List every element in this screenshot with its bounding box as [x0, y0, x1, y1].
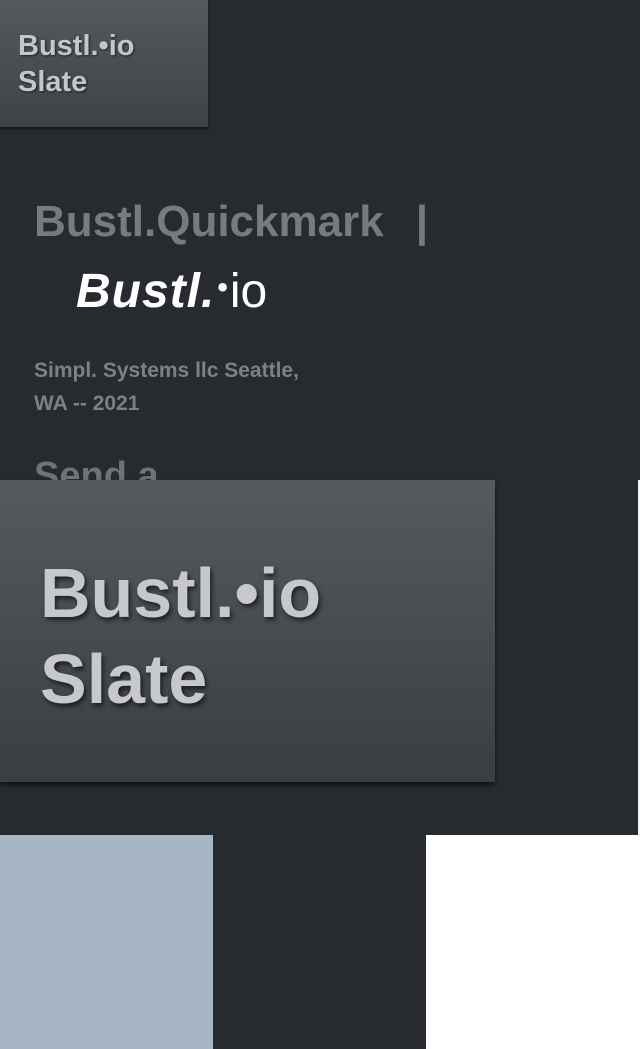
logo-tile[interactable]: Bustl.•io Slate	[0, 0, 208, 127]
page: Bustl.•io Slate Bustl.Quickmark | Bustl.•…	[0, 0, 640, 1049]
page-title: Bustl.Quickmark |	[34, 196, 428, 248]
logo-card-text: Bustl.•io Slate	[40, 550, 321, 722]
logo-tile-text: Bustl.•io Slate	[18, 28, 134, 100]
send-heading-clip: Send a	[34, 452, 334, 480]
logo-tile-line2: Slate	[18, 66, 88, 98]
logo-card-large[interactable]: Bustl.•io Slate	[0, 480, 495, 782]
company-line1: Simpl. Systems llc Seattle,	[34, 359, 299, 382]
brand-logo-dot: •	[217, 271, 228, 304]
company-info: Simpl. Systems llc Seattle, WA -- 2021	[34, 354, 354, 420]
product-name: Bustl.Quickmark	[34, 197, 384, 246]
send-heading: Send a	[34, 455, 159, 480]
title-separator: |	[415, 197, 428, 246]
brand-logo-suffix: io	[229, 265, 268, 318]
color-swatch-white	[426, 835, 640, 1049]
logo-card-line1: Bustl.•io	[40, 554, 322, 632]
brand-logo: Bustl.•io	[76, 264, 267, 319]
logo-card-line2: Slate	[40, 640, 208, 718]
brand-logo-word: Bustl.	[76, 265, 216, 318]
color-swatch-dark-slate	[213, 835, 426, 1049]
color-swatch-light-blue	[0, 835, 213, 1049]
logo-tile-line1: Bustl.•io	[18, 30, 135, 62]
company-line2: WA -- 2021	[34, 392, 140, 415]
